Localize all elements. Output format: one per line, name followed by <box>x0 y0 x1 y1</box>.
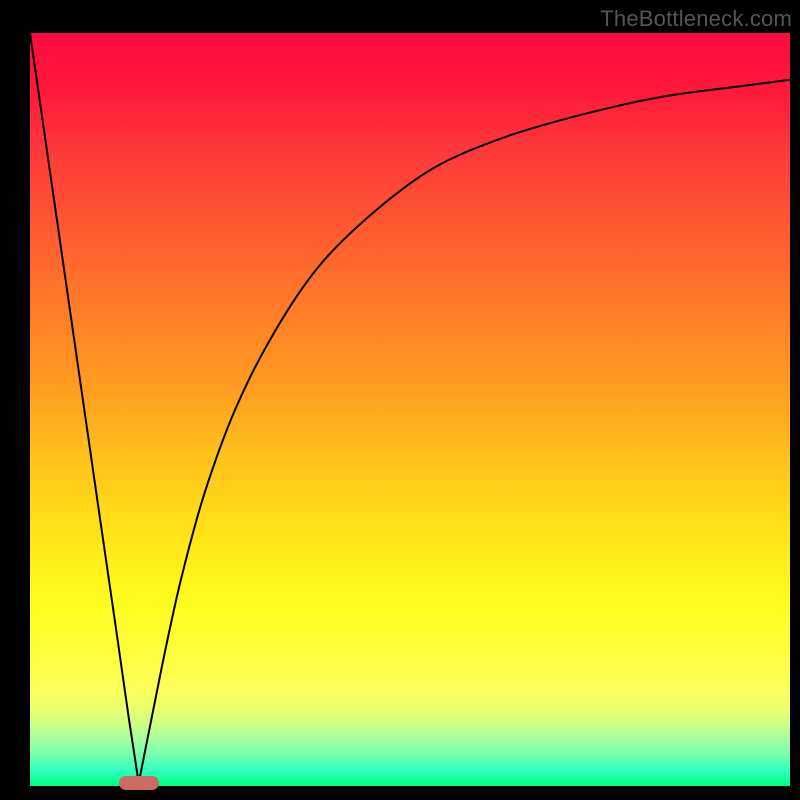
watermark-text: TheBottleneck.com <box>600 6 792 32</box>
curve-right-ascent <box>139 80 790 783</box>
curve-left-descent <box>30 33 139 783</box>
chart-curves <box>0 0 800 800</box>
minimum-marker <box>119 776 159 790</box>
chart-frame: TheBottleneck.com <box>0 0 800 800</box>
